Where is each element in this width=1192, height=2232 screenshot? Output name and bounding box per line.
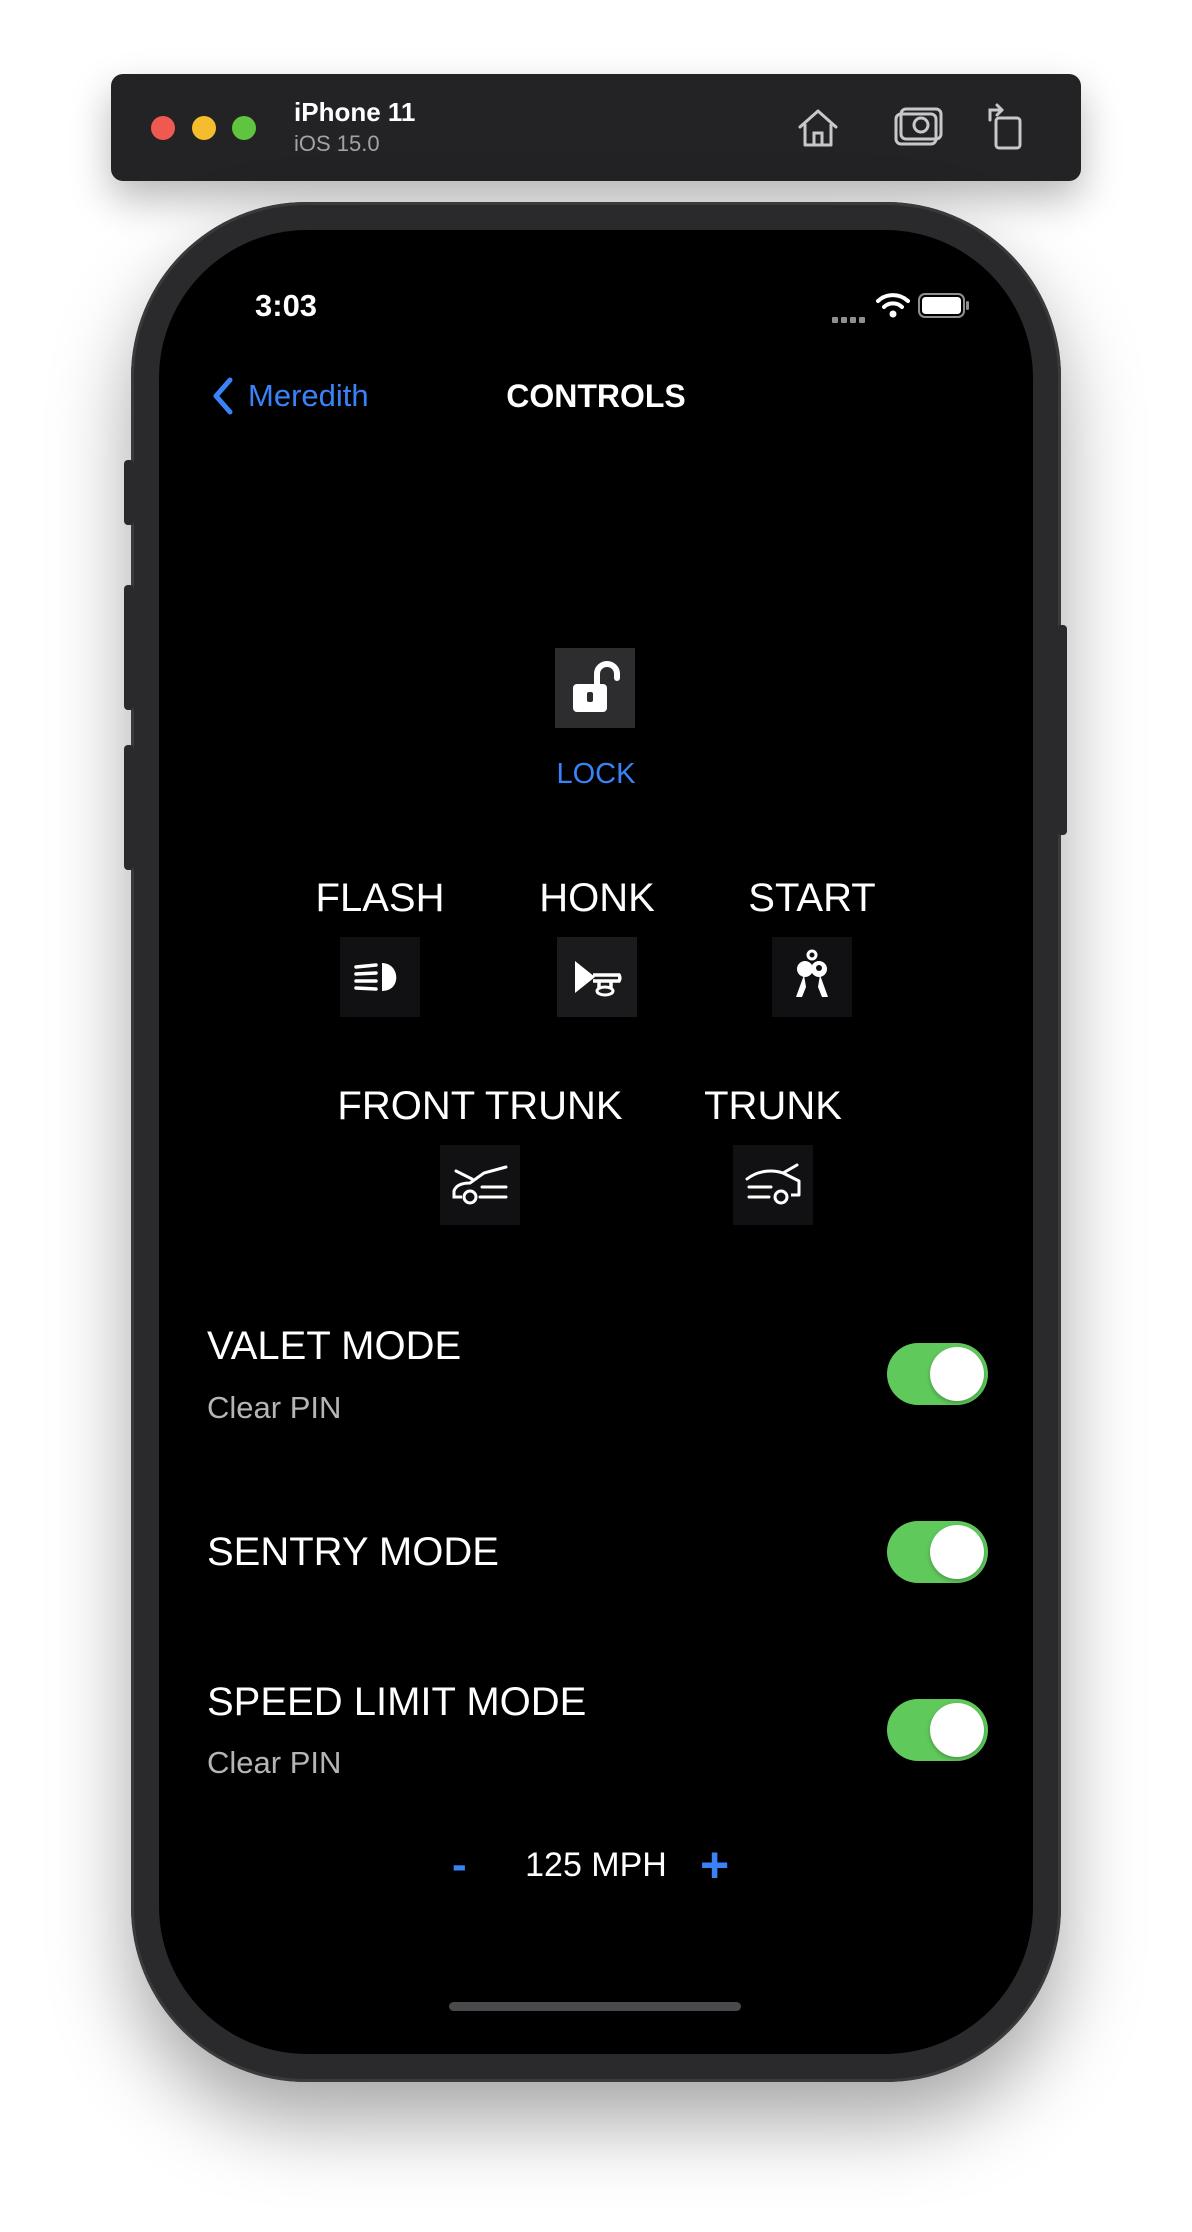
zoom-window-button[interactable] — [232, 116, 256, 140]
honk-button[interactable] — [557, 937, 637, 1017]
speed-limit-value: 125 MPH — [525, 1846, 667, 1884]
home-icon[interactable] — [790, 100, 846, 156]
volume-up-button — [124, 585, 134, 710]
rotate-icon[interactable] — [980, 100, 1036, 156]
toggle-knob — [930, 1347, 984, 1401]
speed-limit-clear-pin[interactable]: Clear PIN — [207, 1745, 341, 1781]
trunk-button[interactable] — [733, 1145, 813, 1225]
honk-label: HONK — [539, 876, 655, 920]
status-time: 3:03 — [255, 288, 318, 323]
minimize-window-button[interactable] — [192, 116, 216, 140]
lock-button[interactable] — [555, 648, 635, 728]
screenshot-icon[interactable] — [890, 100, 946, 156]
mute-switch — [124, 460, 134, 525]
battery-icon — [918, 293, 969, 318]
simulator-device-name: iPhone 11 — [294, 97, 416, 127]
close-window-button[interactable] — [151, 116, 175, 140]
horn-icon — [575, 961, 622, 997]
valet-mode-title: VALET MODE — [207, 1324, 462, 1368]
simulator-os-version: iOS 15.0 — [294, 131, 380, 156]
sentry-mode-title: SENTRY MODE — [207, 1530, 499, 1574]
home-indicator[interactable] — [449, 2002, 741, 2011]
sentry-mode-toggle[interactable] — [887, 1521, 988, 1583]
unlocked-padlock-icon — [573, 661, 620, 712]
toggle-knob — [930, 1525, 984, 1579]
rear-trunk-icon — [745, 1163, 801, 1205]
front-trunk-button[interactable] — [440, 1145, 520, 1225]
flash-label: FLASH — [315, 876, 445, 920]
start-label: START — [748, 876, 876, 920]
page-title: CONTROLS — [506, 378, 686, 414]
speed-limit-mode-toggle[interactable] — [887, 1699, 988, 1761]
side-button — [1057, 625, 1067, 835]
lock-label[interactable]: LOCK — [0, 758, 1192, 791]
headlight-icon — [354, 963, 397, 991]
valet-clear-pin[interactable]: Clear PIN — [207, 1390, 341, 1426]
start-button[interactable] — [772, 937, 852, 1017]
toggle-knob — [930, 1703, 984, 1757]
front-trunk-icon — [452, 1165, 508, 1205]
speed-limit-mode-title: SPEED LIMIT MODE — [207, 1680, 587, 1724]
valet-mode-toggle[interactable] — [887, 1343, 988, 1405]
flash-button[interactable] — [340, 937, 420, 1017]
front-trunk-label: FRONT TRUNK — [337, 1084, 623, 1128]
car-keys-icon — [796, 949, 828, 997]
signal-icon — [832, 310, 868, 328]
speed-increase-button[interactable]: + — [700, 1836, 729, 1894]
trunk-label: TRUNK — [704, 1084, 842, 1128]
wifi-icon — [876, 293, 910, 318]
